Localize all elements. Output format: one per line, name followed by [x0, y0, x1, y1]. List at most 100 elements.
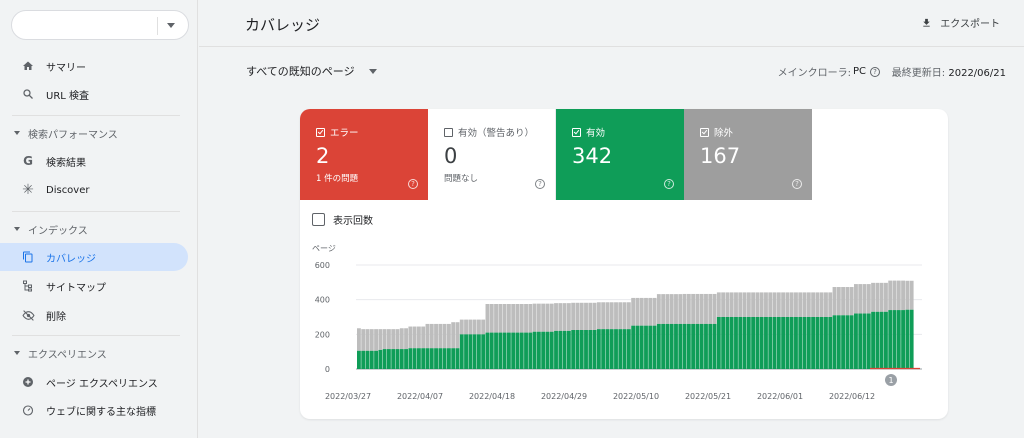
bar-excluded: [674, 294, 678, 324]
tile-excluded[interactable]: 除外 167 ?: [684, 109, 812, 200]
bar-valid: [725, 317, 730, 369]
bar-valid: [438, 348, 443, 369]
tile-value: 0: [444, 144, 458, 168]
bar-excluded: [361, 329, 366, 351]
bar-excluded: [382, 329, 387, 350]
bar-excluded: [515, 304, 520, 333]
property-selector-divider: [157, 17, 158, 35]
bar-excluded: [472, 319, 477, 335]
section-search-performance[interactable]: 検索パフォーマンス: [0, 121, 188, 145]
bar-valid: [768, 317, 773, 369]
bar-valid: [532, 331, 537, 369]
checkbox-unchecked-icon[interactable]: [312, 213, 325, 226]
bar-excluded: [751, 292, 756, 317]
bar-excluded: [369, 329, 374, 351]
bar-excluded: [725, 292, 730, 317]
bar-excluded: [609, 302, 614, 330]
tile-valid[interactable]: 有効 342 ?: [556, 109, 684, 200]
bar-excluded: [644, 297, 648, 326]
bar-excluded: [549, 303, 554, 332]
sidebar-item-label: ページ エクスペリエンス: [46, 378, 158, 390]
section-experience[interactable]: エクスペリエンス: [0, 341, 188, 365]
bar-valid: [742, 317, 747, 369]
bar-valid: [644, 325, 648, 369]
checkbox-checked-icon[interactable]: [700, 127, 709, 137]
tile-error[interactable]: エラー 2 1 件の問題 ?: [300, 109, 428, 200]
crawler-value: PC: [852, 66, 866, 77]
bar-excluded: [785, 292, 790, 317]
bar-valid: [862, 313, 867, 369]
tile-label: 除外: [714, 128, 734, 139]
sidebar-item-core-web-vitals[interactable]: ウェブに関する主な指標: [0, 396, 188, 424]
bar-excluded: [524, 304, 528, 333]
last-updated: 最終更新日: 2022/06/21: [892, 64, 1006, 79]
sidebar-item-url-inspection[interactable]: URL 検査: [0, 80, 188, 108]
bar-valid: [395, 349, 400, 369]
sidebar-item-page-experience[interactable]: ページ エクスペリエンス: [0, 368, 188, 396]
bar-excluded: [378, 329, 383, 350]
updated-value: 2022/06/21: [948, 68, 1006, 79]
section-index[interactable]: インデックス: [0, 217, 188, 241]
bar-excluded: [575, 302, 580, 330]
checkbox-checked-icon[interactable]: [316, 127, 325, 137]
tile-valid-with-warnings[interactable]: 有効（警告あり） 0 問題なし ?: [428, 109, 556, 200]
bar-valid: [528, 332, 533, 369]
sidebar-item-summary[interactable]: サマリー: [0, 52, 188, 80]
bar-valid: [536, 331, 541, 369]
bar-excluded: [592, 302, 597, 330]
bar-excluded: [579, 302, 584, 330]
bar-valid: [656, 323, 661, 369]
bar-excluded: [494, 304, 498, 333]
chevron-down-icon[interactable]: [167, 23, 175, 28]
bar-excluded: [498, 304, 503, 333]
help-icon[interactable]: ?: [535, 179, 545, 189]
help-icon[interactable]: ?: [870, 66, 880, 77]
page-filter-dropdown[interactable]: すべての既知のページ: [246, 63, 377, 79]
bar-excluded: [896, 280, 901, 311]
sidebar-item-coverage[interactable]: カバレッジ: [0, 243, 188, 271]
bar-excluded: [545, 303, 550, 332]
sidebar-item-search-results[interactable]: G 検索結果: [0, 147, 188, 175]
bar-excluded: [506, 304, 511, 333]
checkbox-checked-icon[interactable]: [572, 127, 581, 137]
speed-icon: [20, 402, 36, 418]
bar-excluded: [682, 293, 687, 324]
impressions-toggle[interactable]: 表示回数: [312, 212, 373, 227]
bar-valid: [541, 331, 546, 369]
sidebar: サマリー URL 検査 検索パフォーマンス G 検索結果 ✳ Discover …: [0, 0, 198, 438]
help-icon[interactable]: ?: [664, 179, 674, 189]
help-icon[interactable]: ?: [792, 179, 802, 189]
bar-excluded: [712, 293, 717, 324]
bar-valid: [699, 323, 704, 369]
bar-excluded: [875, 282, 880, 312]
annotation-marker-label: 1: [888, 376, 893, 385]
bar-valid: [811, 317, 816, 369]
bar-valid: [481, 334, 486, 369]
bar-excluded: [661, 294, 666, 324]
export-button[interactable]: エクスポート: [921, 15, 1000, 30]
bar-excluded: [421, 326, 426, 349]
bar-valid: [455, 348, 460, 369]
checkbox-unchecked-icon[interactable]: [444, 127, 453, 137]
bar-valid: [558, 330, 563, 369]
bar-excluded: [468, 319, 473, 335]
bar-excluded: [716, 292, 721, 317]
copy-icon: [20, 249, 36, 265]
bar-valid: [841, 315, 846, 369]
bar-excluded: [635, 297, 640, 326]
bar-valid: [524, 332, 528, 369]
bar-excluded: [824, 292, 828, 317]
bar-excluded: [695, 293, 700, 324]
sidebar-item-removals[interactable]: 削除: [0, 301, 188, 329]
sidebar-item-sitemaps[interactable]: サイトマップ: [0, 272, 188, 300]
sidebar-item-discover[interactable]: ✳ Discover: [0, 176, 188, 204]
bar-excluded: [854, 284, 858, 314]
bar-valid: [425, 348, 430, 369]
caret-down-icon: [14, 227, 20, 231]
bar-excluded: [686, 293, 691, 324]
x-tick-label: 2022/06/12: [829, 392, 875, 401]
y-tick-label: 400: [315, 296, 330, 305]
property-selector[interactable]: [11, 10, 189, 40]
help-icon[interactable]: ?: [408, 179, 418, 189]
bar-excluded: [721, 292, 726, 317]
